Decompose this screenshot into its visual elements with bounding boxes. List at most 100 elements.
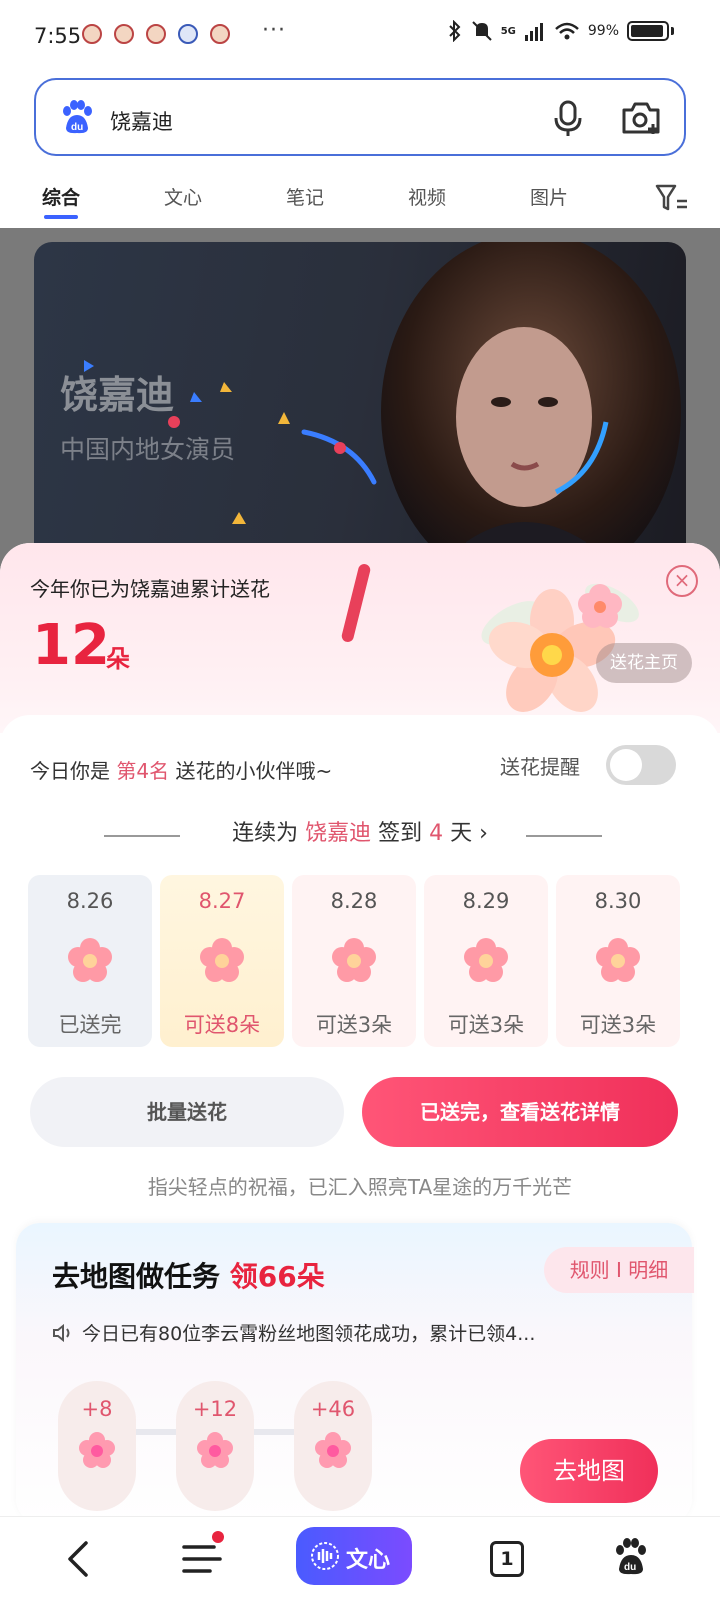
camera-search-icon[interactable] bbox=[620, 98, 662, 138]
search-box[interactable]: du 饶嘉迪 bbox=[34, 78, 686, 156]
search-input[interactable]: 饶嘉迪 bbox=[110, 106, 173, 136]
day-date: 8.26 bbox=[66, 889, 114, 913]
flower-icon bbox=[200, 938, 244, 982]
baidu-paw-logo-icon[interactable]: du bbox=[58, 98, 96, 136]
batch-send-button[interactable]: 批量送花 bbox=[30, 1077, 344, 1147]
day-card[interactable]: 8.27 可送8朵 bbox=[160, 875, 284, 1047]
tab-notes[interactable]: 笔记 bbox=[286, 183, 324, 210]
flower-icon bbox=[68, 938, 112, 982]
wifi-icon bbox=[555, 22, 579, 40]
microphone-icon[interactable] bbox=[548, 98, 588, 138]
task-title: 去地图做任务 领66朵 bbox=[52, 1255, 325, 1295]
battery-tip bbox=[671, 27, 674, 35]
svg-text:du: du bbox=[624, 1562, 636, 1573]
day-status: 可送8朵 bbox=[183, 1013, 261, 1037]
more-notifications-icon: ··· bbox=[262, 18, 286, 43]
svg-text:du: du bbox=[71, 122, 83, 133]
speaker-icon bbox=[53, 1324, 70, 1342]
rank-text: 今日你是 第4名 送花的小伙伴哦~ bbox=[30, 755, 332, 784]
mute-bell-icon bbox=[471, 21, 492, 41]
flower-icon bbox=[596, 938, 640, 982]
day-status: 已送完 bbox=[58, 1013, 122, 1037]
flower-count-unit: 朵 bbox=[106, 645, 130, 673]
flower-sheet-body: 今日你是 第4名 送花的小伙伴哦~ 送花提醒 连续为 饶嘉迪 签到 4 天 › … bbox=[0, 715, 720, 1520]
tab-wenxin[interactable]: 文心 bbox=[164, 183, 202, 210]
day-status: 可送3朵 bbox=[579, 1013, 657, 1037]
flower-icon bbox=[332, 938, 376, 982]
tab-switcher-button[interactable]: 1 bbox=[490, 1541, 524, 1577]
map-bonus-item[interactable]: +12 bbox=[176, 1381, 254, 1511]
wenxin-wave-icon bbox=[311, 1542, 339, 1570]
flower-bottom-sheet: 今年你已为饶嘉迪累计送花 12 朵 × 送花主页 今日你是 第4名 送花的小伙伴… bbox=[0, 543, 720, 1520]
search-tabs: 综合 文心 笔记 视频 图片 bbox=[0, 175, 720, 225]
flower-count: 12 bbox=[32, 613, 110, 678]
close-icon[interactable]: × bbox=[666, 565, 698, 597]
bonus-amount: +46 bbox=[310, 1397, 356, 1421]
wenxin-button[interactable]: 文心 bbox=[296, 1527, 412, 1585]
notification-dot bbox=[212, 1531, 224, 1543]
rank-prefix: 今日你是 bbox=[30, 759, 117, 783]
go-to-map-button[interactable]: 去地图 bbox=[520, 1439, 658, 1503]
bonus-connector bbox=[254, 1429, 298, 1435]
signal-icon bbox=[524, 23, 543, 41]
chevron-right-icon: › bbox=[479, 821, 488, 846]
divider-line bbox=[104, 835, 180, 837]
day-card[interactable]: 8.29 可送3朵 bbox=[424, 875, 548, 1047]
streak-suffix: 天 bbox=[443, 821, 473, 846]
tab-comprehensive[interactable]: 综合 bbox=[42, 183, 80, 210]
battery-percent: 99% bbox=[587, 23, 619, 39]
streak-name: 饶嘉迪 bbox=[305, 821, 372, 846]
baidu-paw-icon[interactable]: du bbox=[612, 1537, 650, 1577]
network-type: 5G bbox=[500, 25, 516, 37]
back-icon[interactable] bbox=[62, 1539, 92, 1579]
flower-icon bbox=[79, 1432, 115, 1468]
tab-images[interactable]: 图片 bbox=[530, 183, 568, 210]
bonus-amount: +12 bbox=[192, 1397, 238, 1421]
flower-icon bbox=[315, 1432, 351, 1468]
daily-flower-cards: 8.26 已送完 8.27 可送8朵 8.28 可送3朵 8.29 可送3朵 8… bbox=[28, 875, 692, 1047]
view-details-button[interactable]: 已送完，查看送花详情 bbox=[362, 1077, 678, 1147]
status-app-icons bbox=[82, 24, 230, 44]
hero-card: 饶嘉迪 中国内地女演员 bbox=[34, 242, 686, 572]
filter-icon[interactable] bbox=[655, 183, 689, 213]
reminder-label: 送花提醒 bbox=[500, 755, 580, 779]
day-card[interactable]: 8.30 可送3朵 bbox=[556, 875, 680, 1047]
day-card[interactable]: 8.26 已送完 bbox=[28, 875, 152, 1047]
rules-details-button[interactable]: 规则 I 明细 bbox=[544, 1247, 694, 1293]
cumulative-flowers-text: 今年你已为饶嘉迪累计送花 bbox=[30, 577, 270, 601]
day-date: 8.30 bbox=[594, 889, 642, 913]
day-date: 8.28 bbox=[330, 889, 378, 913]
status-time: 7:55 bbox=[34, 24, 82, 48]
app-notification-icon bbox=[178, 24, 198, 44]
streak-prefix: 连续为 bbox=[232, 821, 306, 846]
rank-value: 第4名 bbox=[116, 759, 170, 783]
flower-icon bbox=[464, 938, 508, 982]
decorative-stroke bbox=[340, 562, 372, 644]
task-title-text: 去地图做任务 bbox=[52, 1260, 230, 1293]
portrait-image bbox=[381, 242, 681, 572]
flower-home-button[interactable]: 送花主页 bbox=[596, 643, 692, 683]
bluetooth-icon bbox=[448, 20, 461, 42]
notice-banner: 今日已有80位李云霄粉丝地图领花成功，累计已领4... bbox=[52, 1319, 652, 1346]
day-card[interactable]: 8.28 可送3朵 bbox=[292, 875, 416, 1047]
status-bar: 7:55 ··· 5G 99% bbox=[0, 0, 720, 70]
map-bonus-item[interactable]: +46 bbox=[294, 1381, 372, 1511]
app-notification-icon bbox=[210, 24, 230, 44]
streak-mid: 签到 bbox=[371, 821, 430, 846]
app-notification-icon bbox=[146, 24, 166, 44]
wenxin-label: 文心 bbox=[346, 1548, 391, 1573]
day-status: 可送3朵 bbox=[315, 1013, 393, 1037]
battery-icon bbox=[627, 21, 669, 41]
checkin-streak[interactable]: 连续为 饶嘉迪 签到 4 天 › bbox=[0, 815, 720, 855]
streak-days: 4 bbox=[429, 821, 444, 846]
app-notification-icon bbox=[82, 24, 102, 44]
app-notification-icon bbox=[114, 24, 134, 44]
menu-icon[interactable] bbox=[182, 1541, 222, 1577]
day-status: 可送3朵 bbox=[447, 1013, 525, 1037]
reminder-toggle[interactable] bbox=[606, 745, 676, 785]
tab-videos[interactable]: 视频 bbox=[408, 183, 446, 210]
bonus-amount: +8 bbox=[81, 1397, 113, 1421]
blessing-text: 指尖轻点的祝福，已汇入照亮TA星途的万千光芒 bbox=[147, 1175, 573, 1199]
bottom-navigation: 文心 1 du bbox=[0, 1516, 720, 1600]
map-bonus-item[interactable]: +8 bbox=[58, 1381, 136, 1511]
